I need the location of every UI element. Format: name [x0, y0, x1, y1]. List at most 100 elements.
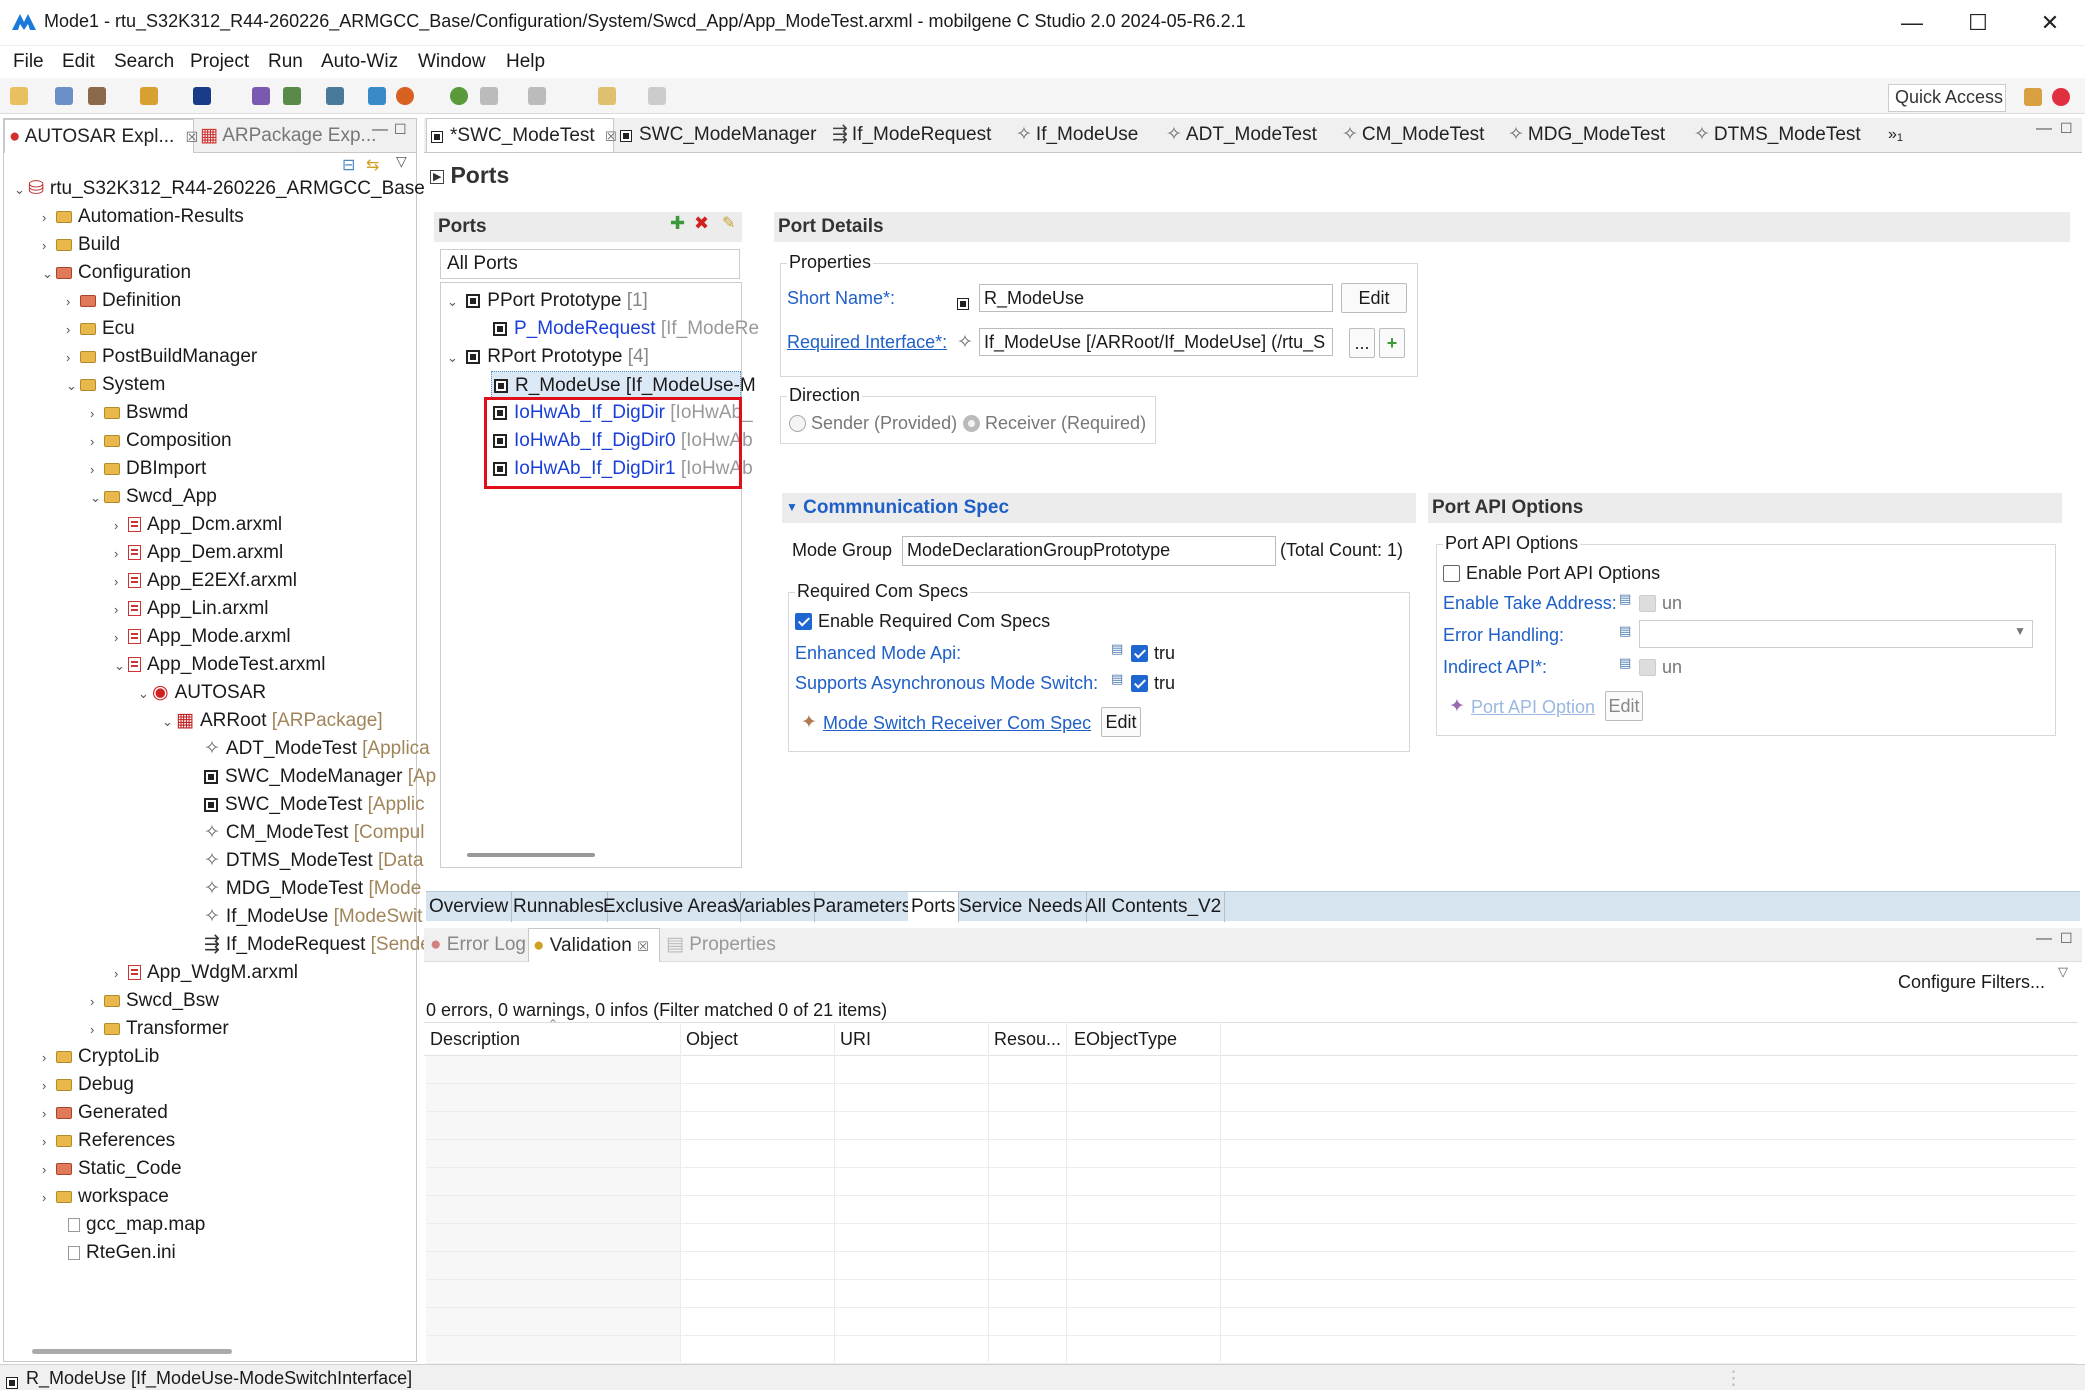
column-uri[interactable]: URI: [840, 1029, 871, 1050]
link-editor-icon[interactable]: ⇆: [366, 155, 379, 175]
tab-adt-modetest[interactable]: ✧ ADT_ModeTest: [1162, 118, 1317, 152]
collapse-arrow-icon[interactable]: ›: [66, 316, 80, 344]
close-tab-icon[interactable]: ☒: [637, 939, 649, 954]
maximize-button[interactable]: ☐: [1958, 8, 1998, 38]
tree-item[interactable]: ⌄ ▦ ARRoot [ARPackage]: [162, 707, 383, 735]
collapse-arrow-icon[interactable]: ›: [90, 456, 104, 484]
collapse-arrow-icon[interactable]: ›: [90, 988, 104, 1016]
ports-scrollbar[interactable]: [467, 853, 595, 857]
tree-item[interactable]: › Definition: [66, 287, 181, 315]
tab-validation[interactable]: ● Validation ☒: [528, 928, 660, 962]
column-eobjecttype[interactable]: EObjectType: [1074, 1029, 1177, 1050]
terminal-icon[interactable]: [193, 87, 211, 105]
tab-arpackage-explorer[interactable]: ▦ ARPackage Exp...: [196, 119, 376, 153]
menu-file[interactable]: File: [13, 51, 44, 73]
tab-if-modeuse[interactable]: ✧ If_ModeUse: [1012, 118, 1138, 152]
port-api-option-link[interactable]: Port API Option: [1471, 697, 1595, 718]
wizard-icon[interactable]: [140, 87, 158, 105]
receiver-com-spec-edit-button[interactable]: Edit: [1101, 707, 1141, 737]
collapse-arrow-icon[interactable]: ›: [90, 428, 104, 456]
tree-item[interactable]: ✧ CM_ModeTest [Compul: [190, 819, 424, 847]
view-menu-icon[interactable]: ▽: [396, 153, 407, 170]
expand-arrow-icon[interactable]: ⌄: [162, 708, 176, 736]
tree-item[interactable]: › Debug: [42, 1071, 134, 1099]
tree-item[interactable]: RteGen.ini: [54, 1239, 176, 1267]
tree-item[interactable]: ⌄ App_ModeTest.arxml: [114, 651, 325, 679]
tree-item[interactable]: › Automation-Results: [42, 203, 244, 231]
collapse-arrow-icon[interactable]: ›: [114, 512, 128, 540]
async-mode-switch-checkbox[interactable]: tru: [1131, 673, 1175, 694]
save-icon[interactable]: [55, 87, 73, 105]
tree-item[interactable]: › DBImport: [90, 455, 206, 483]
tree-item[interactable]: ⌄ Swcd_App: [90, 483, 217, 511]
tree-item[interactable]: ⌄ Configuration: [42, 259, 191, 287]
expand-arrow-icon[interactable]: ⌄: [90, 484, 104, 512]
tree-item[interactable]: gcc_map.map: [54, 1211, 205, 1239]
pport-group[interactable]: ⌄ PPort Prototype [1]: [447, 287, 648, 315]
tree-item[interactable]: › Composition: [90, 427, 232, 455]
search-tool-icon[interactable]: [480, 87, 498, 105]
quick-access-input[interactable]: Quick Access: [1888, 84, 2006, 112]
tab-swc-modemanager[interactable]: SWC_ModeManager: [616, 118, 816, 152]
collapse-arrow-icon[interactable]: ›: [42, 1128, 56, 1156]
collapse-arrow-icon[interactable]: ›: [42, 1044, 56, 1072]
expand-arrow-icon[interactable]: ⌄: [42, 260, 56, 288]
mode-switch-receiver-com-spec-link[interactable]: Mode Switch Receiver Com Spec: [823, 713, 1091, 734]
error-handling-select[interactable]: ▼: [1639, 620, 2033, 648]
take-address-checkbox[interactable]: un: [1639, 593, 1682, 614]
autosar-perspective-icon[interactable]: [2052, 88, 2070, 106]
tab-all-contents-v2[interactable]: All Contents_V2: [1082, 892, 1226, 922]
expand-arrow-icon[interactable]: ⌄: [66, 372, 80, 400]
configure-filters-link[interactable]: Configure Filters...: [1898, 972, 2045, 993]
tab-service-needs[interactable]: Service Needs: [956, 892, 1087, 922]
annotation-icon[interactable]: [528, 87, 546, 105]
tree-item[interactable]: ⌄ ◉ AUTOSAR: [138, 679, 266, 707]
collapse-arrow-icon[interactable]: ⌄: [447, 288, 461, 316]
collapse-arrow-icon[interactable]: ›: [42, 1100, 56, 1128]
browse-interface-button[interactable]: ...: [1349, 328, 1375, 358]
collapse-arrow-icon[interactable]: ›: [90, 400, 104, 428]
menu-project[interactable]: Project: [190, 51, 249, 73]
tree-item[interactable]: › Generated: [42, 1099, 168, 1127]
expand-arrow-icon[interactable]: ⌄: [14, 176, 28, 204]
port-filter-select[interactable]: All Ports: [440, 249, 740, 279]
tab-cm-modetest[interactable]: ✧ CM_ModeTest: [1338, 118, 1484, 152]
tree-scrollbar[interactable]: [32, 1349, 232, 1354]
collapse-arrow-icon[interactable]: ›: [42, 1072, 56, 1100]
collapse-arrow-icon[interactable]: ›: [66, 344, 80, 372]
collapse-arrow-icon[interactable]: ›: [42, 204, 56, 232]
tree-item[interactable]: › App_Lin.arxml: [114, 595, 268, 623]
new-icon[interactable]: [10, 87, 28, 105]
tree-item[interactable]: › App_Dcm.arxml: [114, 511, 282, 539]
tree-item[interactable]: ✧ ADT_ModeTest [Applica: [190, 735, 430, 763]
collapse-arrow-icon[interactable]: ›: [114, 568, 128, 596]
collapse-arrow-icon[interactable]: ›: [114, 624, 128, 652]
tab-properties[interactable]: ▤ Properties: [662, 928, 776, 962]
more-tabs-button[interactable]: »1: [1884, 118, 1903, 152]
tab-swc-modetest[interactable]: *SWC_ModeTest ☒: [426, 118, 617, 152]
tree-item[interactable]: › References: [42, 1127, 175, 1155]
tab-ports[interactable]: Ports: [908, 892, 960, 922]
forward-icon[interactable]: [648, 87, 666, 105]
expand-arrow-icon[interactable]: ⌄: [114, 652, 128, 680]
collapse-arrow-icon[interactable]: ›: [42, 1156, 56, 1184]
tree-item[interactable]: ✧ If_ModeUse [ModeSwit: [190, 903, 422, 931]
port-api-option-edit-button[interactable]: Edit: [1605, 691, 1643, 721]
tab-variables[interactable]: Variables: [730, 892, 815, 922]
collapse-arrow-icon[interactable]: ›: [90, 1016, 104, 1044]
menu-help[interactable]: Help: [506, 51, 545, 73]
panel-menu-icon[interactable]: ▽: [2058, 964, 2068, 980]
enable-required-checkbox[interactable]: Enable Required Com Specs: [795, 611, 1050, 632]
short-name-edit-button[interactable]: Edit: [1341, 283, 1407, 313]
layout-icon[interactable]: [326, 87, 344, 105]
tree-item[interactable]: ✧ DTMS_ModeTest [Data: [190, 847, 423, 875]
collapse-arrow-icon[interactable]: ›: [66, 288, 80, 316]
tools-icon[interactable]: [368, 87, 386, 105]
required-interface-link[interactable]: Required Interface*:: [787, 332, 947, 353]
menu-run[interactable]: Run: [268, 51, 303, 73]
build-icon[interactable]: [88, 87, 106, 105]
tab-autosar-explorer[interactable]: ● AUTOSAR Expl... ☒: [4, 119, 198, 153]
collapse-arrow-icon[interactable]: ›: [114, 540, 128, 568]
maximize-editor-icon[interactable]: ☐: [2060, 120, 2073, 137]
close-button[interactable]: ✕: [2030, 8, 2070, 38]
